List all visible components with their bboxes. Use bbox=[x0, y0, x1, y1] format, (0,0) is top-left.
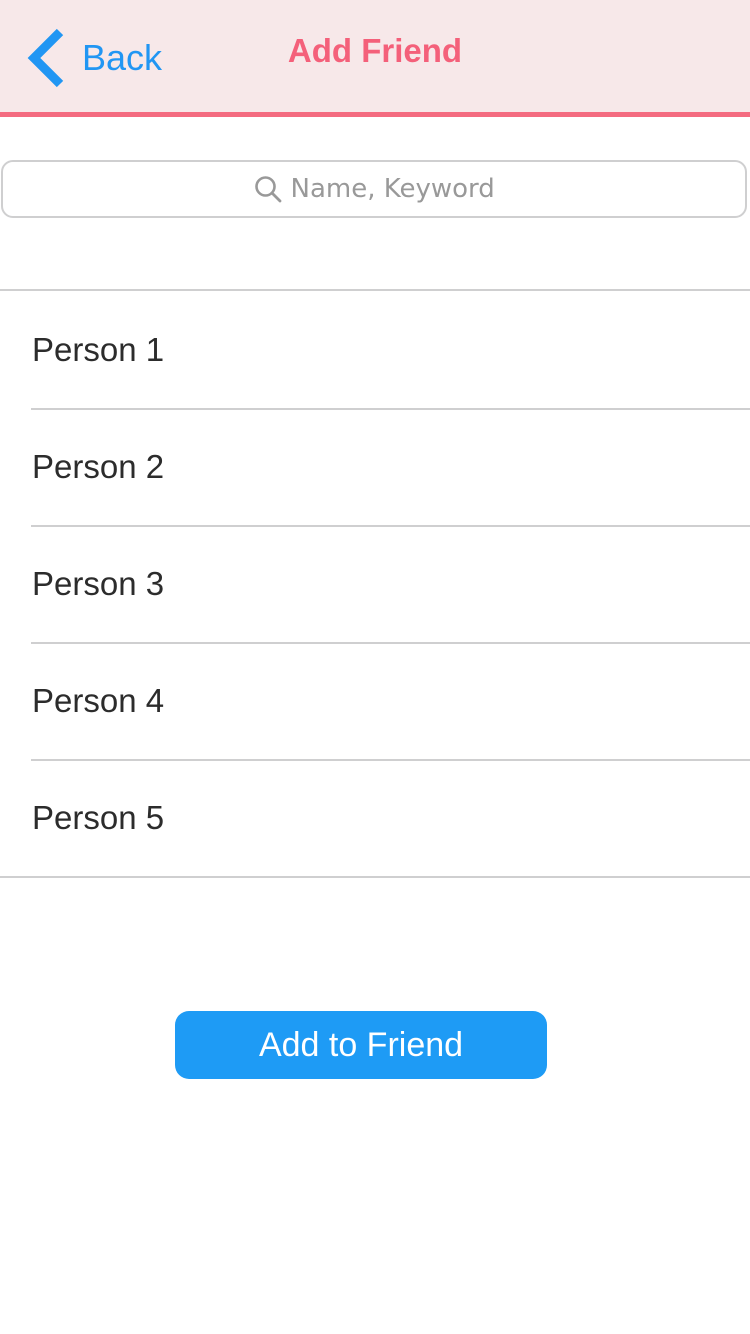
list-item-person-1[interactable]: Person 1 bbox=[0, 291, 750, 408]
list-item-label: Person 1 bbox=[32, 330, 165, 368]
list-item-person-4[interactable]: Person 4 bbox=[0, 642, 750, 759]
search-box[interactable] bbox=[1, 160, 747, 218]
list-item-person-5[interactable]: Person 5 bbox=[0, 759, 750, 876]
add-to-friend-button[interactable]: Add to Friend bbox=[175, 1011, 547, 1079]
page-title: Add Friend bbox=[287, 32, 463, 69]
list-item-label: Person 4 bbox=[32, 681, 165, 719]
person-list: Person 1 Person 2 Person 3 Person 4 Pers… bbox=[0, 289, 750, 878]
list-item-person-3[interactable]: Person 3 bbox=[0, 525, 750, 642]
add-friend-screen: Back Add Friend Person 1 Person 2 Person… bbox=[0, 0, 750, 1334]
search-input[interactable] bbox=[290, 174, 496, 204]
list-item-person-2[interactable]: Person 2 bbox=[0, 408, 750, 525]
list-item-label: Person 5 bbox=[32, 798, 165, 836]
search-icon bbox=[254, 176, 281, 203]
list-item-label: Person 3 bbox=[32, 564, 165, 602]
list-item-label: Person 2 bbox=[32, 447, 165, 485]
header-bar: Back Add Friend bbox=[0, 0, 750, 117]
